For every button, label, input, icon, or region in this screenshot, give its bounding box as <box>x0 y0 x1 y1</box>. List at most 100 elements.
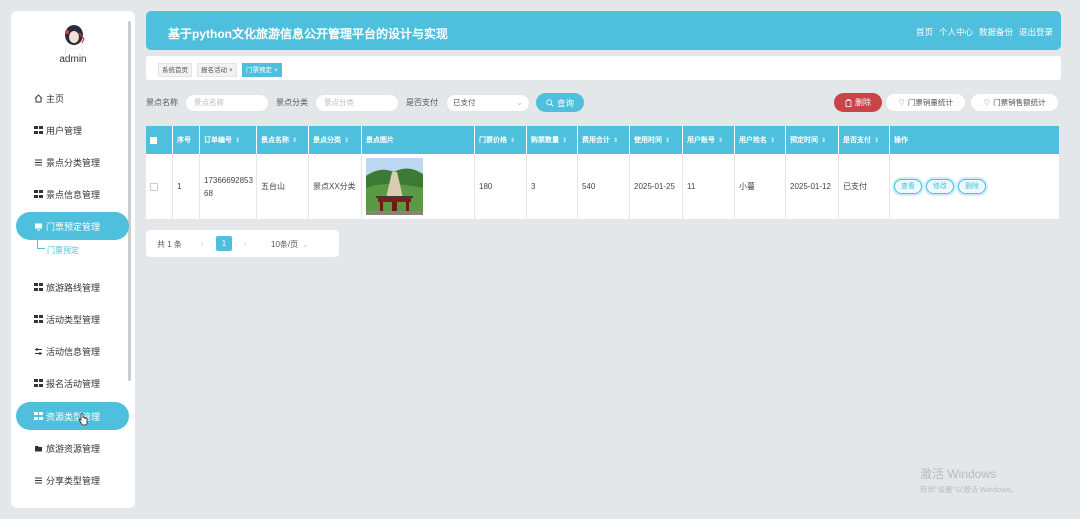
view-button[interactable]: 查看 <box>894 179 922 194</box>
avatar <box>64 25 85 57</box>
col-user-name[interactable]: 用户姓名 ⇕ <box>735 126 786 154</box>
col-category[interactable]: 景点分类 ⇕ <box>309 126 362 154</box>
list-icon <box>34 476 43 485</box>
col-label: 景点分类 <box>313 137 341 144</box>
scenic-image[interactable] <box>366 158 423 215</box>
col-booking-time[interactable]: 预定时间 ⇕ <box>786 126 839 154</box>
table-header: 序号 订单编号 ⇕ 景点名称 ⇕ 景点分类 ⇕ 景点图片 门票价格 ⇕ 购票数量 ⇕ 费用… <box>146 126 1059 154</box>
heart-icon: ♡ <box>898 98 905 107</box>
cell-use-time: 2025-01-25 <box>630 154 683 219</box>
col-label: 景点名称 <box>261 137 289 144</box>
col-label: 是否支付 <box>843 137 871 144</box>
sidebar-scrollbar[interactable] <box>128 21 131 381</box>
grid-icon <box>34 378 43 388</box>
sort-icon[interactable]: ⇕ <box>718 137 723 144</box>
col-actions: 操作 <box>890 126 1059 154</box>
col-use-time[interactable]: 使用时间 ⇕ <box>630 126 683 154</box>
cell-quantity: 3 <box>527 154 578 219</box>
sidebar-item-ticket-booking[interactable]: 门票预定管理 <box>16 212 129 240</box>
sidebar: admin 主页 用户管理 景点分类管理 景点信息管理 门票预定管理 门票预定 … <box>11 11 135 508</box>
sidebar-item-users[interactable]: 用户管理 <box>16 116 128 144</box>
tab-ticket-booking[interactable]: 门票预定 × <box>242 63 282 77</box>
cell-price: 180 <box>475 154 527 219</box>
row-checkbox[interactable] <box>150 182 158 191</box>
sidebar-item-resource-type[interactable]: 资源类型管理 <box>16 402 129 430</box>
edit-button[interactable]: 修改 <box>926 179 954 194</box>
page-size-select[interactable]: 10条/页 ⌄ <box>271 239 309 250</box>
cell-paid: 已支付 <box>839 154 890 219</box>
col-scenic-name[interactable]: 景点名称 ⇕ <box>257 126 309 154</box>
sidebar-item-activity-type[interactable]: 活动类型管理 <box>16 305 128 333</box>
col-label: 使用时间 <box>634 137 662 144</box>
ticket-sales-stat-button[interactable]: ♡ 门票销量统计 <box>885 93 966 112</box>
paid-select[interactable]: 已支付 ⌄ <box>446 94 530 112</box>
row-delete-button[interactable]: 删除 <box>958 179 986 194</box>
sidebar-item-activity-info[interactable]: 活动信息管理 <box>16 337 128 365</box>
sidebar-item-scenic-category[interactable]: 景点分类管理 <box>16 148 128 176</box>
row-checkbox-cell[interactable] <box>146 154 173 219</box>
header-link-backup[interactable]: 数据备份 <box>979 26 1013 38</box>
tab-label: 报名活动 <box>201 67 227 74</box>
scenic-name-input[interactable]: 景点名称 <box>185 94 269 112</box>
sort-icon[interactable]: ⇕ <box>665 137 670 144</box>
sort-icon[interactable]: ⇕ <box>874 137 879 144</box>
sidebar-item-label: 景点分类管理 <box>46 157 101 168</box>
sort-icon[interactable]: ⇕ <box>613 137 618 144</box>
col-label: 预定时间 <box>790 137 818 144</box>
total-count: 共 1 条 <box>157 240 182 249</box>
col-price[interactable]: 门票价格 ⇕ <box>475 126 527 154</box>
sidebar-item-share-type[interactable]: 分享类型管理 <box>16 466 128 494</box>
sidebar-item-registration[interactable]: 报名活动管理 <box>16 369 128 397</box>
col-account[interactable]: 用户账号 ⇕ <box>683 126 735 154</box>
tab-system-home[interactable]: 系统首页 <box>158 63 192 77</box>
watermark-title: 激活 Windows <box>920 467 997 481</box>
select-all-checkbox[interactable] <box>150 136 157 144</box>
col-label: 景点图片 <box>366 137 394 144</box>
chevron-down-icon: ⌄ <box>516 98 523 107</box>
cell-user-name: 小蔓 <box>735 154 786 219</box>
sort-icon[interactable]: ⇕ <box>344 137 349 144</box>
col-label: 订单编号 <box>204 137 232 144</box>
sidebar-item-label: 门票预定管理 <box>46 221 101 232</box>
tab-registration[interactable]: 报名活动 × <box>197 63 237 77</box>
next-page-icon[interactable]: › <box>244 239 247 248</box>
scenic-category-label: 景点分类 <box>276 98 308 107</box>
sort-icon[interactable]: ⇕ <box>292 137 297 144</box>
grid-icon <box>34 314 43 324</box>
paid-select-value: 已支付 <box>453 98 476 107</box>
sort-icon[interactable]: ⇕ <box>510 137 515 144</box>
col-order-no[interactable]: 订单编号 ⇕ <box>200 126 257 154</box>
sidebar-item-routes[interactable]: 旅游路线管理 <box>16 273 128 301</box>
header-checkbox-cell[interactable] <box>146 126 173 154</box>
close-icon[interactable]: × <box>229 67 233 74</box>
scenic-category-input[interactable]: 景点分类 <box>315 94 399 112</box>
ticket-revenue-stat-button[interactable]: ♡ 门票销售额统计 <box>970 93 1059 112</box>
sort-icon[interactable]: ⇕ <box>821 137 826 144</box>
sidebar-item-label: 旅游路线管理 <box>46 282 101 293</box>
sort-icon[interactable]: ⇕ <box>235 137 240 144</box>
home-icon <box>34 93 43 103</box>
close-icon[interactable]: × <box>274 67 278 74</box>
delete-button[interactable]: 删除 <box>834 93 882 112</box>
sidebar-item-home[interactable]: 主页 <box>16 84 128 112</box>
col-quantity[interactable]: 购票数量 ⇕ <box>527 126 578 154</box>
sidebar-item-scenic-info[interactable]: 景点信息管理 <box>16 180 128 208</box>
folder-icon <box>34 444 43 453</box>
header-link-logout[interactable]: 退出登录 <box>1019 26 1053 38</box>
trash-icon <box>845 98 852 107</box>
sort-icon[interactable]: ⇕ <box>562 137 567 144</box>
query-button[interactable]: 查询 <box>536 93 584 112</box>
col-paid[interactable]: 是否支付 ⇕ <box>839 126 890 154</box>
header-link-home[interactable]: 首页 <box>916 26 933 38</box>
sidebar-item-resources[interactable]: 旅游资源管理 <box>16 434 128 462</box>
sidebar-subitem-ticket[interactable]: 门票预定 <box>40 245 79 256</box>
header-link-profile[interactable]: 个人中心 <box>939 26 973 38</box>
list-icon <box>34 158 43 167</box>
sort-icon[interactable]: ⇕ <box>770 137 775 144</box>
grid-icon <box>34 189 43 199</box>
col-total[interactable]: 费用合计 ⇕ <box>578 126 630 154</box>
col-label: 用户账号 <box>687 137 715 144</box>
prev-page-icon[interactable]: ‹ <box>201 239 204 248</box>
page-number[interactable]: 1 <box>216 236 232 251</box>
grid-icon <box>34 282 43 292</box>
